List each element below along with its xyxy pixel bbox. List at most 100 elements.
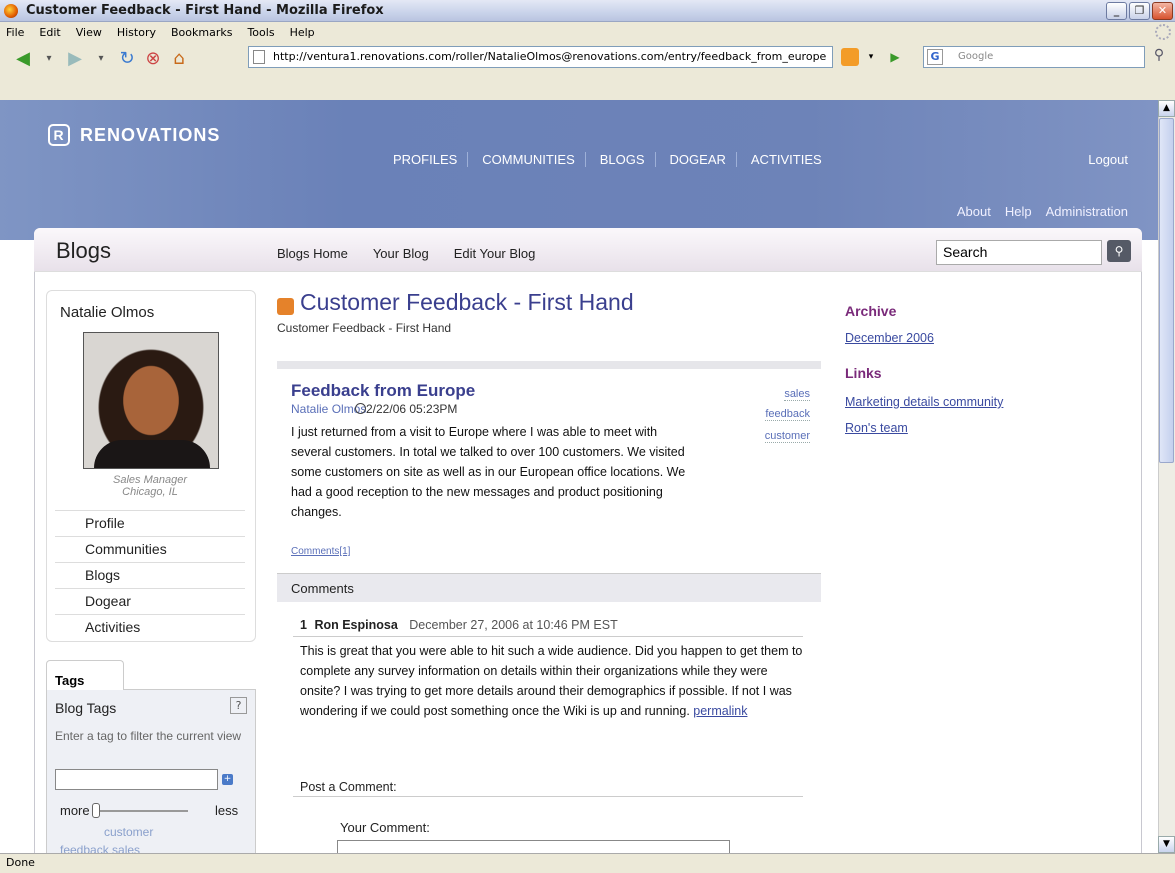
- site-banner: [0, 100, 1158, 240]
- links-heading: Links: [845, 365, 882, 381]
- magnifier-icon[interactable]: ⚲: [1148, 47, 1170, 67]
- utility-links: About Help Administration: [957, 204, 1128, 219]
- forward-icon[interactable]: ▶: [62, 47, 88, 69]
- minimize-button[interactable]: _: [1106, 2, 1127, 20]
- scroll-up-icon[interactable]: ▲: [1158, 100, 1175, 117]
- help-link[interactable]: Help: [1005, 204, 1032, 219]
- nav-dogear[interactable]: DOGEAR: [670, 152, 737, 167]
- sidebar-link[interactable]: Marketing details community: [845, 395, 1003, 409]
- tag-slider-track[interactable]: [96, 810, 188, 812]
- nav-communities[interactable]: COMMUNITIES: [482, 152, 586, 167]
- tag-filter-input[interactable]: [55, 769, 218, 790]
- web-search-input[interactable]: G Google: [923, 46, 1145, 68]
- help-icon[interactable]: ?: [230, 697, 247, 714]
- profile-link-profile[interactable]: Profile: [55, 510, 245, 535]
- divider: [293, 796, 803, 797]
- your-comment-label: Your Comment:: [340, 820, 430, 835]
- menu-tools[interactable]: Tools: [241, 26, 283, 39]
- site-logo[interactable]: R RENOVATIONS: [48, 124, 220, 146]
- comment-textarea[interactable]: [337, 840, 730, 853]
- page-title: Blogs: [56, 238, 112, 263]
- menu-edit[interactable]: Edit: [33, 26, 69, 39]
- menu-file[interactable]: File: [0, 26, 33, 39]
- about-link[interactable]: About: [957, 204, 991, 219]
- profile-link-activities[interactable]: Activities: [55, 614, 245, 639]
- comments-header: Comments: [277, 573, 821, 602]
- sidebar-link[interactable]: Ron's team: [845, 421, 908, 435]
- scroll-down-icon[interactable]: ▼: [1158, 836, 1175, 853]
- site-top-nav: PROFILES COMMUNITIES BLOGS DOGEAR ACTIVI…: [393, 152, 832, 167]
- comment-author[interactable]: Ron Espinosa: [314, 618, 397, 632]
- blog-tags-heading: Blog Tags: [55, 700, 117, 716]
- go-icon[interactable]: ▶: [885, 48, 905, 66]
- window-title: Customer Feedback - First Hand - Mozilla…: [26, 3, 384, 18]
- archive-link[interactable]: December 2006: [845, 331, 934, 345]
- back-icon[interactable]: ◀: [10, 47, 36, 69]
- address-dropdown-icon[interactable]: ▾: [863, 48, 879, 66]
- address-bar[interactable]: http://ventura1.renovations.com/roller/N…: [248, 46, 833, 68]
- menu-bar: File Edit View History Bookmarks Tools H…: [0, 22, 1175, 42]
- page-icon: [253, 50, 265, 64]
- reload-icon[interactable]: ↻: [114, 47, 140, 69]
- entry-date: 2/22/06 05:23PM: [366, 402, 458, 416]
- divider: [277, 361, 821, 369]
- comment-date: December 27, 2006 at 10:46 PM EST: [409, 618, 618, 632]
- tag-cloud-item[interactable]: feedback sales: [60, 843, 140, 853]
- nav-activities[interactable]: ACTIVITIES: [751, 152, 832, 167]
- archive-heading: Archive: [845, 303, 897, 319]
- entry-body: I just returned from a visit to Europe w…: [291, 425, 686, 519]
- permalink-link[interactable]: permalink: [693, 704, 747, 718]
- entry-tag-customer[interactable]: customer: [764, 430, 810, 443]
- status-bar: Done: [0, 853, 1175, 873]
- menu-view[interactable]: View: [70, 26, 111, 39]
- home-icon[interactable]: ⌂: [166, 47, 192, 69]
- menu-help[interactable]: Help: [284, 26, 324, 39]
- clock-icon: [355, 403, 366, 414]
- your-blog-link[interactable]: Your Blog: [373, 246, 429, 261]
- less-label: less: [215, 803, 239, 818]
- blogs-home-link[interactable]: Blogs Home: [277, 246, 348, 261]
- back-dropdown-icon[interactable]: ▾: [36, 47, 62, 69]
- entry-tag-feedback[interactable]: feedback: [765, 408, 810, 421]
- profile-link-blogs[interactable]: Blogs: [55, 562, 245, 587]
- entry-title[interactable]: Feedback from Europe: [291, 381, 475, 401]
- profile-role: Sales Manager Chicago, IL: [80, 474, 220, 498]
- tag-filter-hint: Enter a tag to filter the current view: [55, 729, 242, 743]
- blog-search-input[interactable]: Search: [936, 240, 1102, 265]
- google-icon[interactable]: G: [927, 49, 943, 65]
- firefox-icon: [4, 3, 18, 18]
- profile-title: Sales Manager: [113, 474, 187, 486]
- profile-link-communities[interactable]: Communities: [55, 536, 245, 561]
- comments-link[interactable]: Comments[1]: [291, 546, 350, 557]
- menu-history[interactable]: History: [111, 26, 165, 39]
- nav-blogs[interactable]: BLOGS: [600, 152, 656, 167]
- edit-your-blog-link[interactable]: Edit Your Blog: [454, 246, 536, 261]
- tag-cloud-item[interactable]: customer: [104, 825, 153, 839]
- menu-bookmarks[interactable]: Bookmarks: [165, 26, 241, 39]
- feed-icon[interactable]: [277, 298, 294, 315]
- window-title-bar: Customer Feedback - First Hand - Mozilla…: [0, 0, 1175, 22]
- profile-link-dogear[interactable]: Dogear: [55, 588, 245, 613]
- rss-feed-icon[interactable]: [841, 48, 859, 66]
- entry-tag-sales[interactable]: sales: [784, 388, 810, 401]
- profile-photo: [83, 332, 219, 469]
- scrollbar-thumb[interactable]: [1159, 118, 1174, 463]
- more-label: more: [60, 803, 90, 818]
- tag-slider-handle[interactable]: [92, 803, 100, 818]
- page-viewport: R RENOVATIONS PROFILES COMMUNITIES BLOGS…: [0, 100, 1158, 853]
- blog-title[interactable]: Customer Feedback - First Hand: [300, 289, 634, 316]
- add-tag-icon[interactable]: +: [222, 774, 233, 785]
- logout-link[interactable]: Logout: [1088, 152, 1128, 167]
- search-icon[interactable]: ⚲: [1107, 240, 1131, 262]
- administration-link[interactable]: Administration: [1046, 204, 1128, 219]
- close-button[interactable]: ✕: [1152, 2, 1173, 20]
- nav-profiles[interactable]: PROFILES: [393, 152, 469, 167]
- site-logo-text: RENOVATIONS: [80, 124, 221, 145]
- web-search-placeholder: Google: [958, 51, 994, 62]
- stop-icon[interactable]: ⊗: [140, 47, 166, 69]
- restore-button[interactable]: ❐: [1129, 2, 1150, 20]
- tags-tab[interactable]: Tags: [46, 660, 124, 690]
- forward-dropdown-icon[interactable]: ▾: [88, 47, 114, 69]
- address-url: http://ventura1.renovations.com/roller/N…: [273, 50, 827, 63]
- blog-subtitle: Customer Feedback - First Hand: [277, 321, 452, 335]
